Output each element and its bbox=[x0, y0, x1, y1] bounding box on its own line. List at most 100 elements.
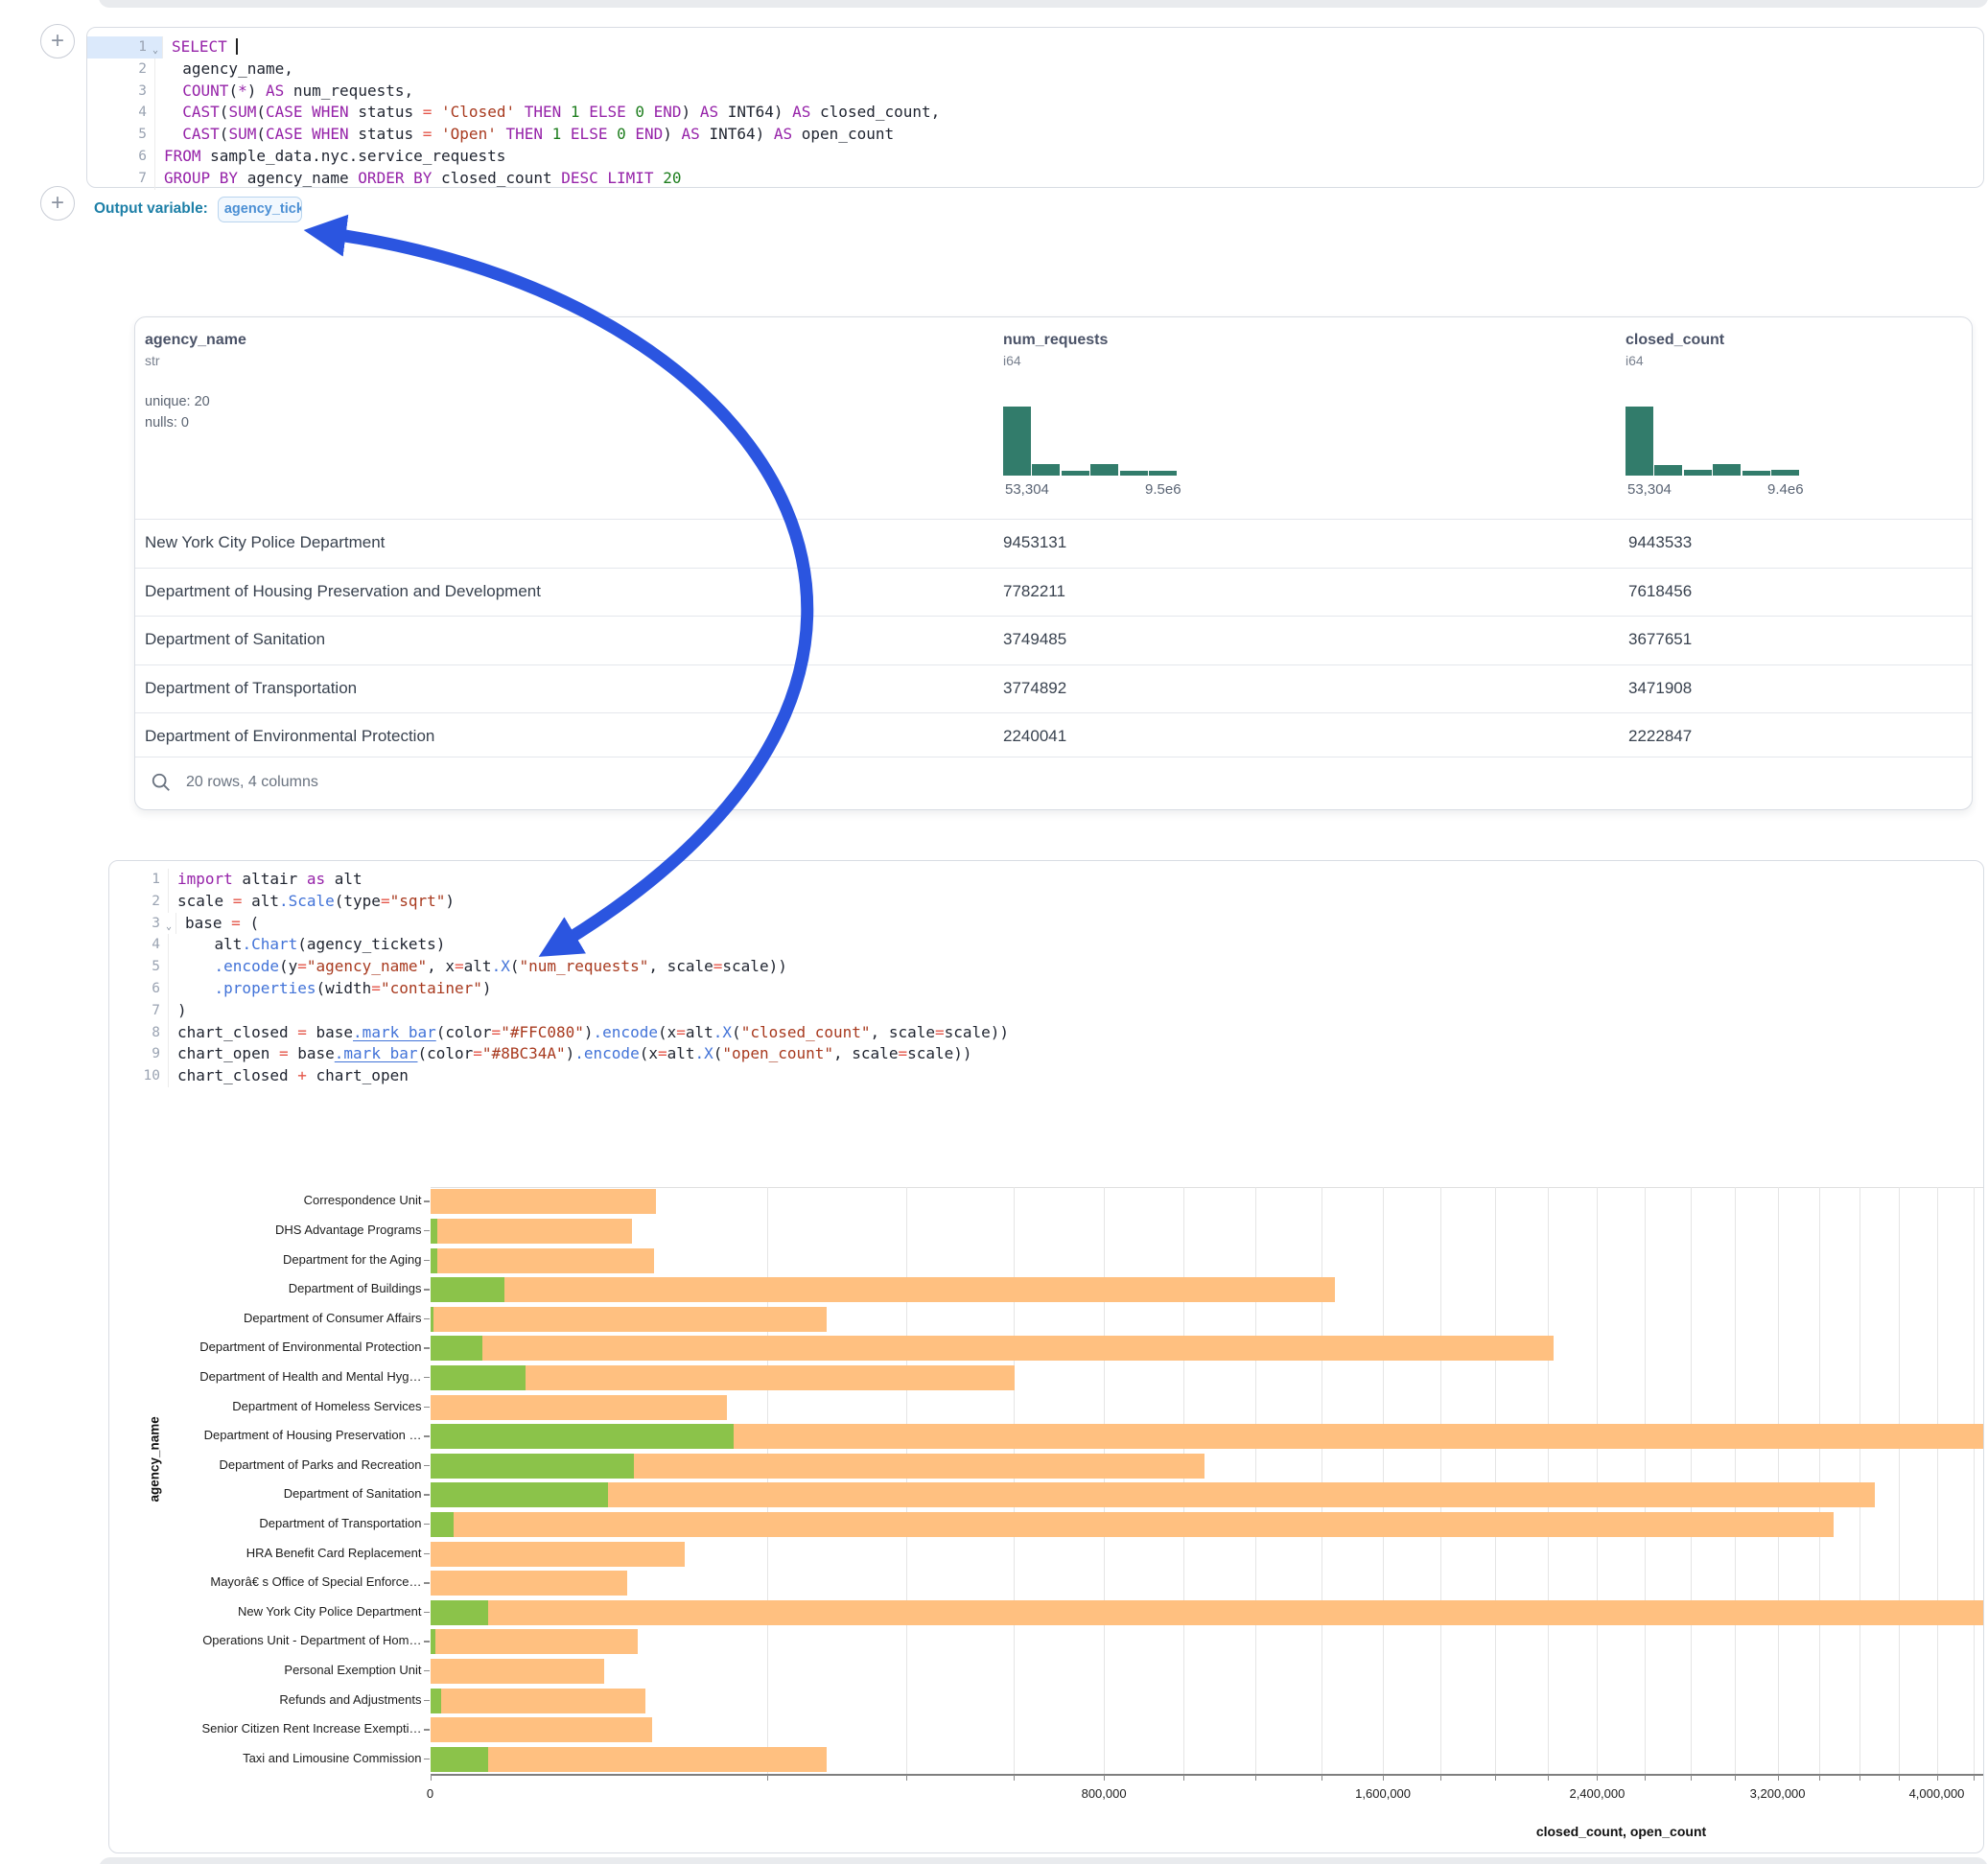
code-text: CAST(SUM(CASE WHEN status = 'Closed' THE… bbox=[155, 102, 940, 124]
gridline bbox=[1899, 1187, 1900, 1774]
code-line[interactable]: 7) bbox=[109, 1000, 1979, 1022]
column-header-agency_name[interactable]: agency_namestrunique: 20nulls: 0 bbox=[145, 332, 246, 433]
gridline bbox=[1735, 1187, 1736, 1774]
x-axis-tick-label: 800,000 bbox=[1046, 1786, 1161, 1801]
code-line[interactable]: 9chart_open = base.mark_bar(color="#8BC3… bbox=[109, 1043, 1979, 1065]
x-axis-tick-label: 3,200,000 bbox=[1720, 1786, 1836, 1801]
gridline bbox=[1183, 1187, 1184, 1774]
y-axis-tick bbox=[424, 1670, 430, 1672]
x-axis-tick-label: 1,600,000 bbox=[1325, 1786, 1440, 1801]
code-line[interactable]: 3⌄base = ( bbox=[109, 913, 1979, 935]
code-line[interactable]: 7GROUP BY agency_name ORDER BY closed_co… bbox=[87, 168, 1981, 190]
gridline bbox=[1495, 1187, 1496, 1774]
y-axis-label: Department of Health and Mental Hyg… bbox=[2, 1370, 422, 1384]
line-number: 2 bbox=[87, 58, 155, 81]
y-axis-tick bbox=[424, 1230, 430, 1232]
y-axis-label: Senior Citizen Rent Increase Exempti… bbox=[2, 1722, 422, 1736]
code-line[interactable]: 2scale = alt.Scale(type="sqrt") bbox=[109, 891, 1979, 913]
table-row[interactable]: New York City Police Department945313194… bbox=[135, 519, 1972, 568]
code-line[interactable]: 1⌄SELECT bbox=[87, 36, 1981, 58]
line-number: 7 bbox=[87, 168, 155, 190]
code-line[interactable]: 10chart_closed + chart_open bbox=[109, 1065, 1979, 1087]
table-row[interactable]: Department of Housing Preservation and D… bbox=[135, 568, 1972, 617]
bar-closed_count bbox=[431, 1395, 727, 1420]
y-axis-tick bbox=[424, 1494, 430, 1496]
gridline bbox=[1691, 1187, 1692, 1774]
table-row[interactable]: Department of Sanitation37494853677651 bbox=[135, 616, 1972, 664]
column-header-num_requests[interactable]: num_requestsi6453,3049.5e6 bbox=[1003, 332, 1108, 368]
gridline bbox=[1104, 1187, 1105, 1774]
code-text: alt.Chart(agency_tickets) bbox=[169, 934, 445, 956]
code-line[interactable]: 8chart_closed = base.mark_bar(color="#FF… bbox=[109, 1022, 1979, 1044]
bar-closed_count bbox=[431, 1629, 639, 1654]
y-axis-tick bbox=[424, 1729, 430, 1731]
bar-open_count bbox=[431, 1747, 488, 1772]
column-name: agency_name bbox=[145, 332, 246, 349]
gridline bbox=[1937, 1187, 1938, 1774]
line-number: 3 bbox=[87, 81, 155, 103]
code-text: agency_name, bbox=[155, 58, 293, 81]
code-line[interactable]: 4 CAST(SUM(CASE WHEN status = 'Closed' T… bbox=[87, 102, 1981, 124]
x-axis-tick bbox=[1859, 1775, 1860, 1781]
code-line[interactable]: 4 alt.Chart(agency_tickets) bbox=[109, 934, 1979, 956]
y-axis-tick bbox=[424, 1377, 430, 1379]
code-line[interactable]: 6FROM sample_data.nyc.service_requests bbox=[87, 146, 1981, 168]
code-line[interactable]: 5 CAST(SUM(CASE WHEN status = 'Open' THE… bbox=[87, 124, 1981, 146]
sql-code-editor[interactable]: 1⌄SELECT 2 agency_name,3 COUNT(*) AS num… bbox=[87, 36, 1981, 190]
bar-open_count bbox=[431, 1482, 609, 1507]
y-axis-tick bbox=[424, 1407, 430, 1409]
y-axis-tick bbox=[424, 1260, 430, 1262]
y-axis-tick bbox=[424, 1612, 430, 1614]
line-number: 4 bbox=[109, 934, 169, 956]
line-number: 1⌄ bbox=[87, 36, 163, 58]
y-axis-label: Department of Homeless Services bbox=[2, 1400, 422, 1413]
column-type: str bbox=[145, 353, 246, 368]
table-row[interactable]: Department of Transportation377489234719… bbox=[135, 664, 1972, 713]
y-axis-tick bbox=[424, 1553, 430, 1555]
add-cell-button-below[interactable]: + bbox=[40, 186, 75, 221]
code-line[interactable]: 3 COUNT(*) AS num_requests, bbox=[87, 81, 1981, 103]
y-axis-tick bbox=[424, 1524, 430, 1526]
x-axis-tick bbox=[1819, 1775, 1820, 1781]
x-axis-tick bbox=[1778, 1775, 1779, 1781]
histogram-bar bbox=[1120, 471, 1148, 476]
column-header-closed_count[interactable]: closed_counti6453,3049.4e6 bbox=[1625, 332, 1724, 368]
python-code-editor[interactable]: 1import altair as alt2scale = alt.Scale(… bbox=[109, 869, 1979, 1087]
add-cell-button-top[interactable]: + bbox=[40, 24, 75, 58]
x-axis-tick bbox=[1014, 1775, 1015, 1781]
bar-closed_count bbox=[431, 1689, 645, 1713]
histogram-bar bbox=[1654, 465, 1682, 476]
histogram-bar bbox=[1771, 470, 1799, 476]
bar-open_count bbox=[431, 1454, 634, 1479]
bar-closed_count bbox=[431, 1717, 653, 1742]
sql-cell[interactable]: 1⌄SELECT 2 agency_name,3 COUNT(*) AS num… bbox=[86, 27, 1984, 188]
search-icon[interactable] bbox=[151, 772, 172, 793]
bar-open_count bbox=[431, 1629, 436, 1654]
line-number: 5 bbox=[109, 956, 169, 978]
x-axis-tick-label: 4,000,000 bbox=[1880, 1786, 1988, 1801]
code-line[interactable]: 2 agency_name, bbox=[87, 58, 1981, 81]
line-number: 1 bbox=[109, 869, 169, 891]
output-variable-pill[interactable]: agency_tickets bbox=[218, 197, 302, 222]
histogram-bar bbox=[1713, 464, 1741, 476]
output-variable-label: Output variable: bbox=[94, 200, 208, 218]
column-type: i64 bbox=[1625, 353, 1724, 368]
x-axis-tick-label: 2,400,000 bbox=[1539, 1786, 1654, 1801]
previous-cell-edge bbox=[99, 0, 1988, 8]
gridline bbox=[906, 1187, 907, 1774]
code-line[interactable]: 5 .encode(y="agency_name", x=alt.X("num_… bbox=[109, 956, 1979, 978]
code-line[interactable]: 1import altair as alt bbox=[109, 869, 1979, 891]
y-axis-label: Department of Transportation bbox=[2, 1517, 422, 1530]
column-name: num_requests bbox=[1003, 332, 1108, 349]
code-line[interactable]: 6 .properties(width="container") bbox=[109, 978, 1979, 1000]
table-row[interactable]: Department of Environmental Protection22… bbox=[135, 712, 1972, 761]
y-axis-label: New York City Police Department bbox=[2, 1605, 422, 1619]
histogram-bar bbox=[1684, 470, 1712, 476]
y-axis-tick bbox=[424, 1289, 430, 1291]
gridline bbox=[1859, 1187, 1860, 1774]
x-axis-tick-label: 0 bbox=[373, 1786, 488, 1801]
bar-open_count bbox=[431, 1424, 734, 1449]
y-axis-label: Department of Sanitation bbox=[2, 1487, 422, 1501]
python-cell[interactable]: 1import altair as alt2scale = alt.Scale(… bbox=[108, 860, 1984, 1853]
bar-closed_count bbox=[431, 1482, 1875, 1507]
